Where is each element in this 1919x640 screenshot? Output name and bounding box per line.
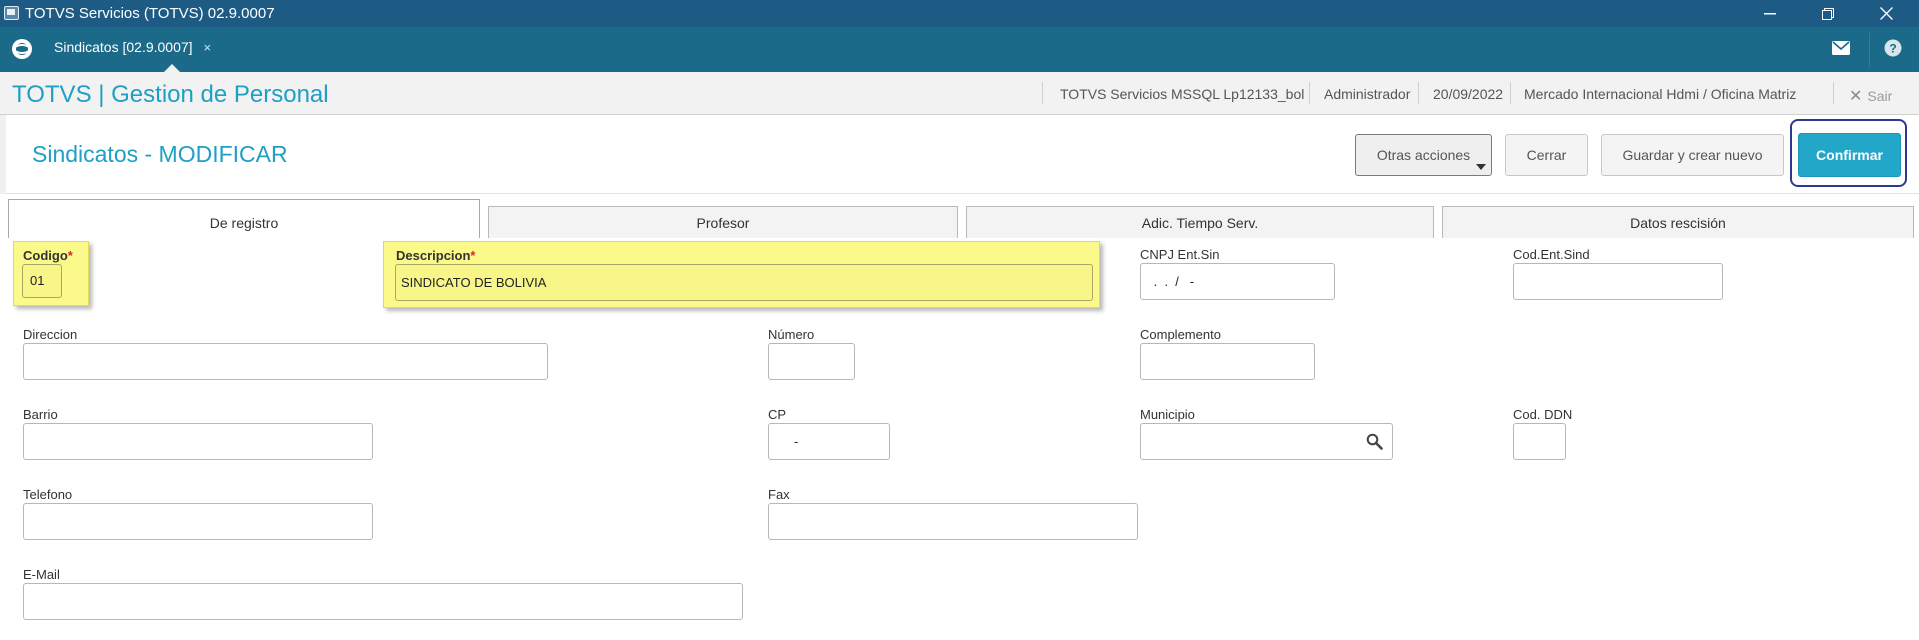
restore-icon [1822, 7, 1834, 20]
environment-info: TOTVS Servicios MSSQL Lp12133_bol [1060, 86, 1305, 102]
registro-form: Codigo* 01 Descripcion* SINDICATO DE BOL… [0, 238, 1919, 640]
totvs-logo-icon[interactable] [10, 37, 34, 61]
company-info: Mercado Internacional Hdmi / Oficina Mat… [1524, 86, 1797, 102]
cod-ddn-label: Cod. DDN [1513, 407, 1573, 422]
header-divider [1510, 82, 1511, 104]
cp-field[interactable]: - [768, 423, 890, 460]
descripcion-label: Descripcion* [396, 248, 476, 263]
other-actions-button[interactable]: Otras acciones [1355, 134, 1492, 176]
close-tab-icon[interactable]: × [203, 40, 211, 55]
exit-button[interactable]: ✕ Sair [1849, 86, 1892, 106]
module-header: TOTVS | Gestion de Personal TOTVS Servic… [0, 72, 1919, 115]
telefono-field[interactable] [23, 503, 373, 540]
codigo-label: Codigo* [23, 248, 73, 263]
window-title: TOTVS Servicios (TOTVS) 02.9.0007 [25, 5, 275, 22]
descripcion-highlight: Descripcion* SINDICATO DE BOLIVIA [383, 241, 1100, 308]
header-divider [1418, 82, 1419, 104]
header-divider [1833, 82, 1834, 104]
tab-sindicatos[interactable]: Sindicatos [02.9.0007] × [44, 27, 214, 72]
minimize-button[interactable] [1747, 0, 1793, 27]
tab-adic-tiempo-serv[interactable]: Adic. Tiempo Serv. [966, 206, 1434, 238]
tab-profesor[interactable]: Profesor [488, 206, 958, 238]
form-tabs: De registro Profesor Adic. Tiempo Serv. … [0, 194, 1919, 238]
codigo-field[interactable]: 01 [22, 264, 62, 298]
cod-ent-sind-field[interactable] [1513, 263, 1723, 300]
email-label: E-Mail [23, 567, 60, 582]
page-left-bar [0, 115, 6, 194]
help-icon[interactable]: ? [1884, 39, 1902, 57]
svg-text:?: ? [1889, 42, 1896, 56]
municipio-field[interactable] [1140, 423, 1393, 460]
doc-tab-label: Sindicatos [02.9.0007] [54, 39, 193, 55]
tab-de-registro[interactable]: De registro [8, 199, 480, 238]
telefono-label: Telefono [23, 487, 73, 502]
descripcion-field[interactable]: SINDICATO DE BOLIVIA [395, 264, 1093, 301]
fax-field[interactable] [768, 503, 1138, 540]
cod-ddn-field[interactable] [1513, 423, 1566, 460]
exit-label: Sair [1867, 88, 1893, 104]
direccion-field[interactable] [23, 343, 548, 380]
cp-label: CP [768, 407, 787, 422]
complemento-field[interactable] [1140, 343, 1315, 380]
close-button[interactable]: Cerrar [1505, 134, 1588, 176]
close-icon [1879, 7, 1893, 20]
header-divider [1042, 82, 1043, 104]
tab-datos-rescision[interactable]: Datos rescisión [1442, 206, 1914, 238]
search-icon[interactable] [1366, 433, 1383, 450]
numero-label: Número [768, 327, 815, 342]
confirm-button[interactable]: Confirmar [1798, 133, 1901, 177]
active-tab-caret [164, 64, 180, 72]
app-window-icon [4, 6, 19, 20]
document-tabbar: Sindicatos [02.9.0007] × ? [0, 27, 1919, 72]
cod-ent-sind-label: Cod.Ent.Sind [1513, 247, 1590, 262]
close-icon: ✕ [1849, 88, 1863, 105]
user-info: Administrador [1324, 86, 1411, 102]
complemento-label: Complemento [1140, 327, 1221, 342]
header-divider [1309, 82, 1310, 104]
page-title: Sindicatos - MODIFICAR [32, 141, 288, 167]
codigo-highlight: Codigo* 01 [13, 241, 89, 306]
cnpj-field[interactable]: . . / - [1140, 263, 1335, 300]
restore-button[interactable] [1805, 0, 1851, 27]
numero-field[interactable] [768, 343, 855, 380]
cnpj-label: CNPJ Ent.Sin [1140, 247, 1220, 262]
email-field[interactable] [23, 583, 743, 620]
minimize-icon [1764, 12, 1776, 14]
barrio-label: Barrio [23, 407, 58, 422]
close-window-button[interactable] [1863, 0, 1909, 27]
tabbar-separator [1869, 33, 1870, 67]
other-actions-label: Otras acciones [1376, 147, 1471, 163]
fax-label: Fax [768, 487, 790, 502]
module-title: TOTVS | Gestion de Personal [12, 81, 329, 108]
municipio-label: Municipio [1140, 407, 1195, 422]
date-info: 20/09/2022 [1433, 86, 1504, 102]
chevron-down-icon [1476, 164, 1486, 170]
mail-icon[interactable] [1832, 41, 1850, 55]
save-and-new-button[interactable]: Guardar y crear nuevo [1601, 134, 1784, 176]
page-header: Sindicatos - MODIFICAR Otras acciones Ce… [0, 115, 1919, 194]
direccion-label: Direccion [23, 327, 78, 342]
window-titlebar: TOTVS Servicios (TOTVS) 02.9.0007 [0, 0, 1919, 27]
barrio-field[interactable] [23, 423, 373, 460]
